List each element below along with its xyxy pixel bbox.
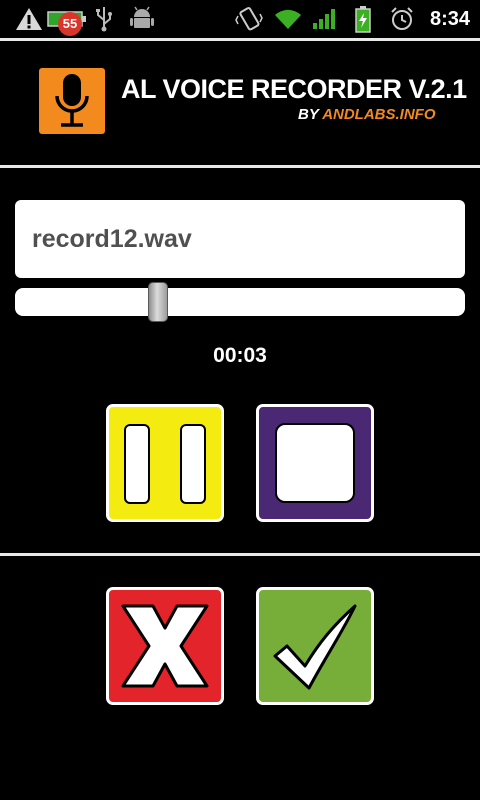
signal-icon bbox=[310, 0, 340, 38]
divider bbox=[0, 553, 480, 556]
stop-button[interactable] bbox=[256, 404, 374, 522]
pause-button[interactable] bbox=[106, 404, 224, 522]
pause-bar-left bbox=[124, 424, 150, 504]
status-bar: 55 8:34 bbox=[0, 0, 480, 38]
usb-icon bbox=[92, 0, 116, 38]
by-label: BY bbox=[298, 106, 323, 123]
x-icon bbox=[121, 604, 209, 688]
filename-field[interactable]: record12.wav bbox=[15, 200, 465, 278]
wifi-icon bbox=[272, 0, 304, 38]
android-debug-icon bbox=[128, 0, 156, 38]
stop-icon bbox=[275, 423, 355, 503]
app-subtitle: BY ANDLABS.INFO bbox=[298, 106, 436, 123]
checkmark-icon bbox=[273, 604, 357, 690]
seek-bar[interactable] bbox=[15, 282, 465, 322]
microphone-icon bbox=[39, 68, 105, 134]
battery-charging-icon bbox=[350, 0, 376, 38]
clock: 8:34 bbox=[429, 8, 470, 30]
site-link[interactable]: ANDLABS.INFO bbox=[322, 106, 435, 123]
notification-count-badge: 55 bbox=[58, 12, 82, 36]
cancel-button[interactable] bbox=[106, 587, 224, 705]
warning-icon bbox=[14, 0, 44, 38]
alarm-icon bbox=[388, 0, 416, 38]
elapsed-time: 00:03 bbox=[213, 344, 267, 367]
pause-bar-right bbox=[180, 424, 206, 504]
divider bbox=[0, 38, 480, 41]
vibrate-icon bbox=[234, 0, 264, 38]
app-title: AL VOICE RECORDER V.2.1 bbox=[121, 74, 467, 104]
seek-thumb[interactable] bbox=[148, 282, 168, 322]
divider bbox=[0, 165, 480, 168]
confirm-button[interactable] bbox=[256, 587, 374, 705]
